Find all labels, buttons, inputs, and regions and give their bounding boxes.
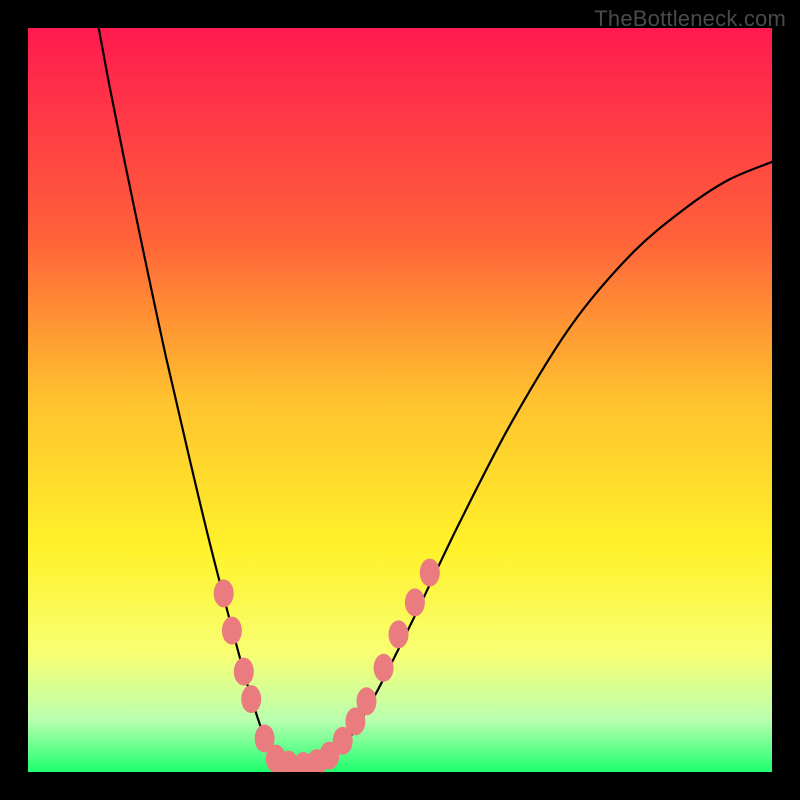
chart-background: [28, 28, 772, 772]
chart-marker: [420, 559, 440, 587]
chart-marker: [241, 685, 261, 713]
chart-frame: TheBottleneck.com: [0, 0, 800, 800]
chart-svg: [28, 28, 772, 772]
chart-plot-area: [28, 28, 772, 772]
chart-marker: [405, 588, 425, 616]
chart-marker: [357, 687, 377, 715]
chart-marker: [222, 617, 242, 645]
chart-marker: [214, 579, 234, 607]
chart-marker: [389, 620, 409, 648]
chart-marker: [374, 654, 394, 682]
chart-marker: [234, 658, 254, 686]
